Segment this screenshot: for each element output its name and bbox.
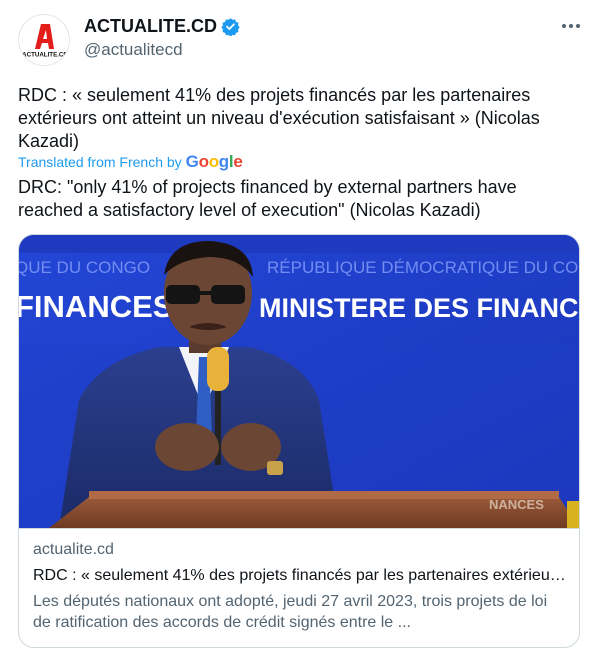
backdrop-line1-left: QUE DU CONGO	[19, 258, 150, 277]
tweet-translation: DRC: "only 41% of projects financed by e…	[18, 177, 517, 220]
tweet-header: ACTUALITE.CD ACTUALITE.CD @actualitecd	[18, 14, 583, 66]
backdrop-line1-right: RÉPUBLIQUE DÉMOCRATIQUE DU CONGO	[267, 258, 579, 277]
backdrop-line2-right: MINISTERE DES FINANCES	[259, 293, 579, 323]
link-preview-card[interactable]: QUE DU CONGO RÉPUBLIQUE DÉMOCRATIQUE DU …	[18, 234, 580, 648]
more-horizontal-icon	[562, 24, 566, 28]
verified-badge-icon	[221, 18, 240, 36]
backdrop-line2-left: FINANCES	[19, 289, 173, 324]
tweet-text: RDC : « seulement 41% des projets financ…	[18, 85, 540, 151]
card-title[interactable]: RDC : « seulement 41% des projets financ…	[33, 567, 567, 585]
more-dot	[576, 24, 580, 28]
google-logo: Google	[185, 152, 243, 171]
translated-label: Translated from French by	[18, 154, 182, 170]
podium-text: NANCES	[489, 497, 544, 512]
more-options-button[interactable]	[559, 16, 583, 36]
author-display-name[interactable]: ACTUALITE.CD	[84, 16, 217, 37]
author-handle[interactable]: @actualitecd	[84, 40, 183, 60]
more-dot	[569, 24, 573, 28]
card-image[interactable]: QUE DU CONGO RÉPUBLIQUE DÉMOCRATIQUE DU …	[19, 235, 579, 528]
card-description: Les députés nationaux ont adopté, jeudi …	[33, 593, 548, 631]
card-divider	[19, 528, 579, 529]
card-domain[interactable]: actualite.cd	[33, 541, 114, 559]
author-name-row: ACTUALITE.CD	[84, 16, 240, 37]
minister-speaking-photo: QUE DU CONGO RÉPUBLIQUE DÉMOCRATIQUE DU …	[19, 235, 579, 528]
actualite-logo-icon: ACTUALITE.CD	[19, 15, 69, 65]
avatar-logo-text: ACTUALITE.CD	[22, 52, 68, 59]
translation-attribution[interactable]: Translated from French by Google	[18, 152, 243, 172]
author-avatar[interactable]: ACTUALITE.CD	[18, 14, 70, 66]
